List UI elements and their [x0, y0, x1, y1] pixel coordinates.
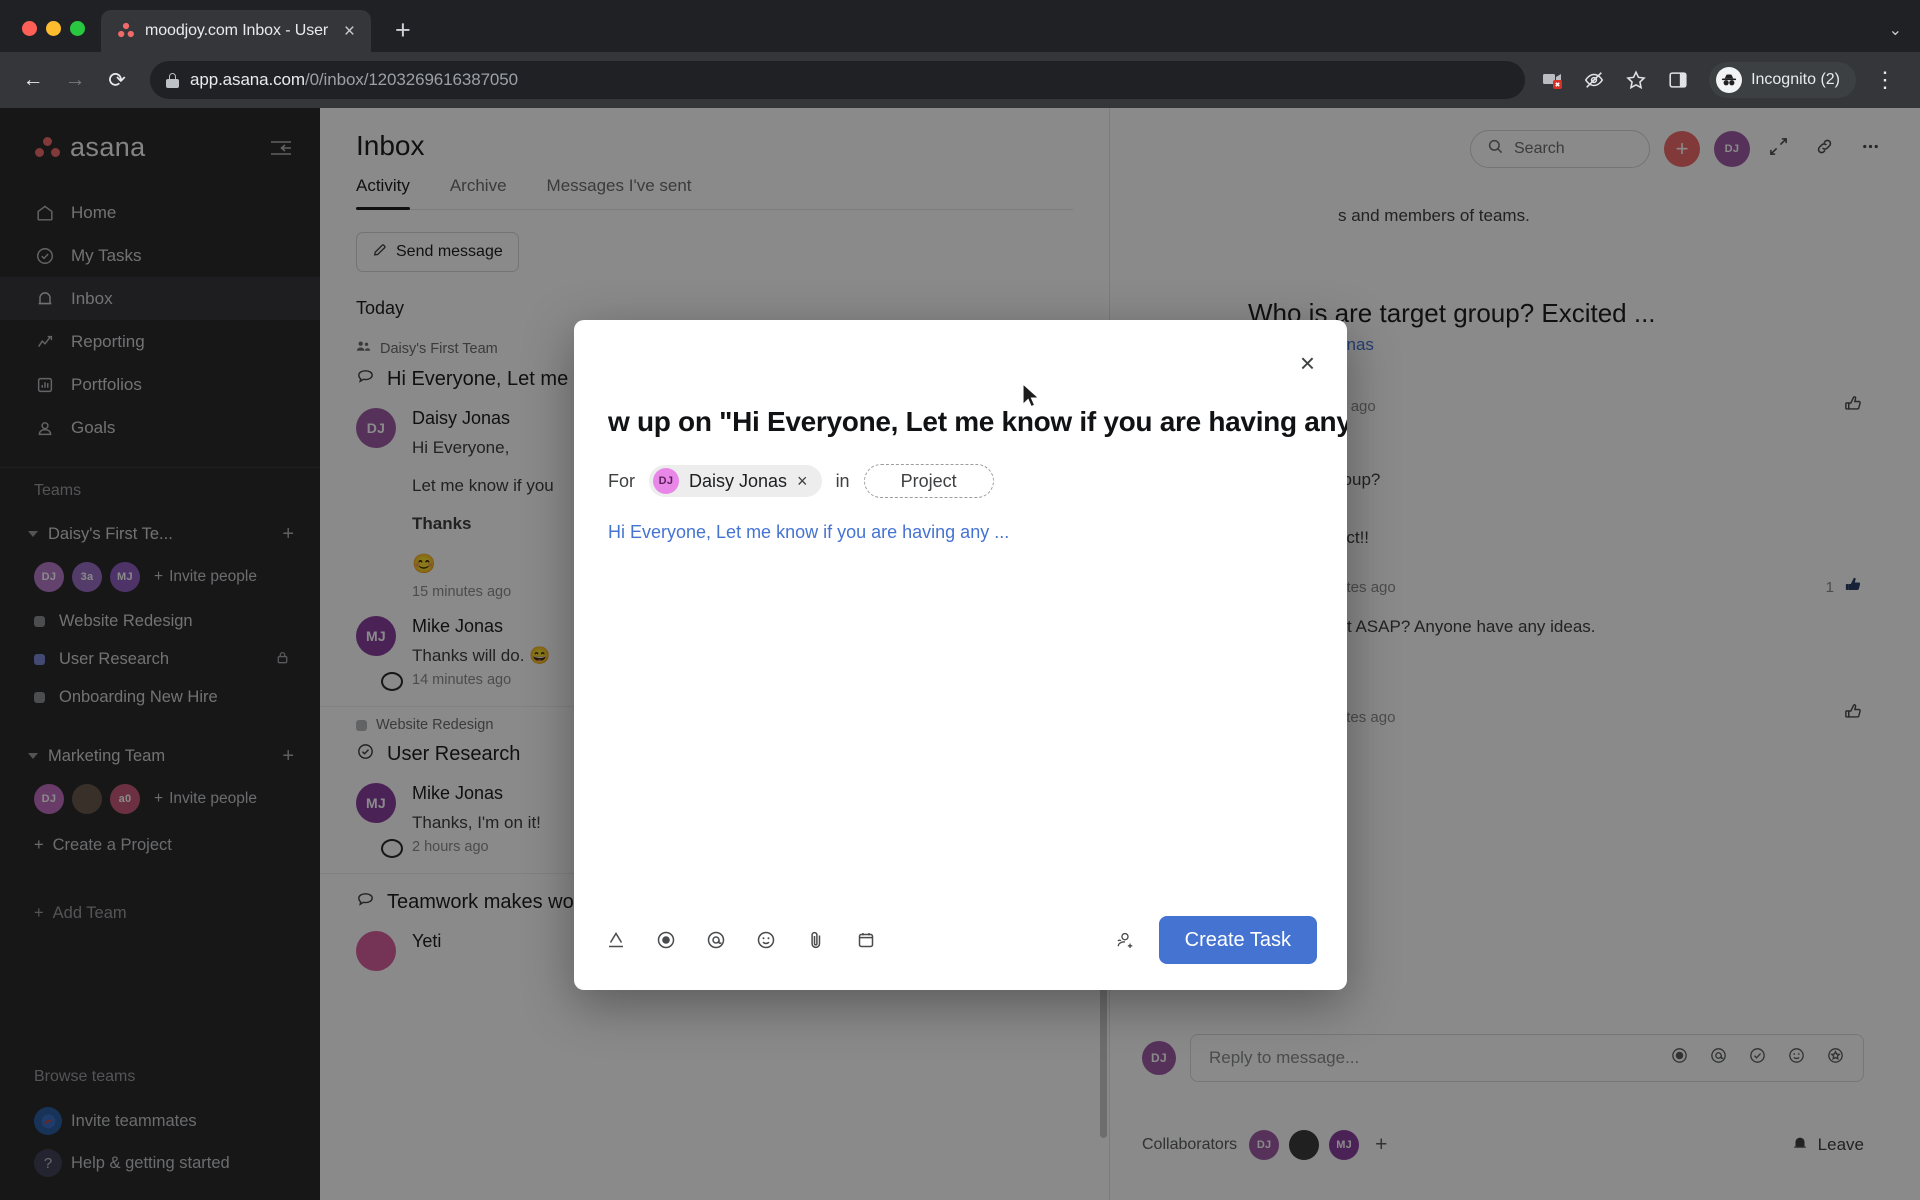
- tab-title: moodjoy.com Inbox - User Res: [145, 22, 330, 39]
- modal-body-area[interactable]: [574, 543, 1347, 916]
- toolbar-icons: [1539, 67, 1695, 93]
- new-tab-button[interactable]: +: [387, 17, 419, 44]
- window-controls[interactable]: [14, 21, 101, 52]
- url-text: app.asana.com/0/inbox/1203269616387050: [190, 70, 518, 90]
- browser-window: moodjoy.com Inbox - User Res × + ⌄ ← → ⟳…: [0, 0, 1920, 1200]
- modal-assignment-row: For DJ Daisy Jonas × in Project: [574, 438, 1347, 498]
- address-bar[interactable]: app.asana.com/0/inbox/1203269616387050: [150, 61, 1526, 99]
- assignee-name: Daisy Jonas: [689, 470, 788, 491]
- url-path: /0/inbox/1203269616387050: [304, 70, 518, 89]
- calendar-icon[interactable]: [854, 928, 878, 952]
- side-panel-icon[interactable]: [1665, 67, 1691, 93]
- add-collaborator-icon[interactable]: [1113, 928, 1137, 952]
- tabstrip-right: ⌄: [1889, 20, 1920, 52]
- in-label: in: [835, 470, 850, 491]
- browser-tab[interactable]: moodjoy.com Inbox - User Res ×: [101, 10, 371, 52]
- maximize-window-button[interactable]: [70, 21, 85, 36]
- attachment-icon[interactable]: [804, 928, 828, 952]
- emoji-icon[interactable]: [754, 928, 778, 952]
- avatar: DJ: [653, 468, 679, 494]
- url-domain: app.asana.com: [190, 70, 305, 89]
- assignee-chip[interactable]: DJ Daisy Jonas ×: [649, 465, 822, 497]
- back-button[interactable]: ←: [14, 61, 52, 99]
- eye-off-icon[interactable]: [1581, 67, 1607, 93]
- browser-toolbar: ← → ⟳ app.asana.com/0/inbox/120326961638…: [0, 52, 1920, 108]
- create-task-button[interactable]: Create Task: [1158, 916, 1317, 964]
- reload-button[interactable]: ⟳: [98, 61, 136, 99]
- close-window-button[interactable]: [22, 21, 37, 36]
- source-message-link[interactable]: Hi Everyone, Let me know if you are havi…: [574, 498, 1347, 543]
- modal-actions: Create Task: [1113, 916, 1317, 964]
- close-icon[interactable]: ×: [1292, 342, 1323, 384]
- remove-assignee-icon[interactable]: ×: [797, 472, 808, 490]
- text-format-icon[interactable]: [604, 928, 628, 952]
- modal-footer: Create Task: [574, 916, 1347, 990]
- for-label: For: [608, 470, 635, 491]
- browser-menu-button[interactable]: ⋮: [1864, 69, 1906, 92]
- profile-label: Incognito (2): [1751, 71, 1840, 88]
- record-icon[interactable]: [654, 928, 678, 952]
- project-selector[interactable]: Project: [863, 464, 994, 498]
- modal-title: w up on "Hi Everyone, Let me know if you…: [608, 406, 1347, 437]
- asana-logo-icon: [117, 22, 135, 40]
- screencast-blocked-icon[interactable]: [1539, 67, 1565, 93]
- modal-toolbar: [604, 928, 878, 952]
- incognito-icon: [1716, 67, 1743, 93]
- close-tab-button[interactable]: ×: [340, 22, 359, 41]
- chevron-down-icon[interactable]: ⌄: [1889, 22, 1902, 39]
- mention-icon[interactable]: [704, 928, 728, 952]
- forward-button[interactable]: →: [56, 61, 94, 99]
- profile-incognito-button[interactable]: Incognito (2): [1709, 62, 1856, 98]
- browser-tabstrip: moodjoy.com Inbox - User Res × + ⌄: [0, 0, 1920, 52]
- mouse-cursor: [1022, 382, 1041, 409]
- star-icon[interactable]: [1623, 67, 1649, 93]
- lock-icon: [166, 72, 179, 88]
- create-task-modal: × w up on "Hi Everyone, Let me know if y…: [574, 320, 1347, 990]
- minimize-window-button[interactable]: [46, 21, 61, 36]
